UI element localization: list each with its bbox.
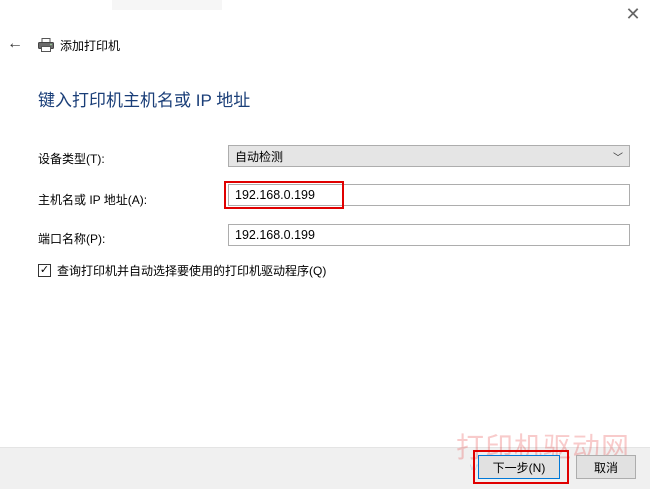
back-arrow-icon: ← bbox=[7, 35, 23, 52]
checkmark-icon: ✓ bbox=[39, 264, 50, 276]
auto-driver-label: 查询打印机并自动选择要使用的打印机驱动程序(Q) bbox=[57, 264, 327, 278]
chevron-down-icon: ﹀ bbox=[613, 152, 623, 164]
port-name-input[interactable]: 192.168.0.199 bbox=[228, 224, 630, 246]
back-button[interactable]: ← bbox=[6, 35, 24, 53]
close-icon: ✕ bbox=[625, 3, 641, 24]
wizard-header: 添加打印机 bbox=[38, 36, 120, 54]
device-type-value: 自动检测 bbox=[235, 149, 284, 164]
auto-driver-checkbox[interactable]: ✓ bbox=[38, 264, 51, 277]
printer-icon bbox=[38, 38, 54, 52]
close-button[interactable]: ✕ bbox=[620, 2, 646, 26]
page-heading: 键入打印机主机名或 IP 地址 bbox=[38, 91, 251, 110]
cancel-button[interactable]: 取消 bbox=[576, 455, 636, 479]
hostname-input[interactable]: 192.168.0.199 bbox=[228, 184, 630, 206]
hostname-value: 192.168.0.199 bbox=[235, 188, 315, 202]
auto-driver-option[interactable]: ✓ 查询打印机并自动选择要使用的打印机驱动程序(Q) bbox=[38, 262, 326, 279]
port-name-label: 端口名称(P): bbox=[38, 232, 106, 246]
next-button[interactable]: 下一步(N) bbox=[478, 455, 560, 479]
port-name-value: 192.168.0.199 bbox=[235, 228, 315, 242]
device-type-select[interactable]: 自动检测 ﹀ bbox=[228, 145, 630, 167]
hostname-label: 主机名或 IP 地址(A): bbox=[38, 193, 148, 207]
next-button-label: 下一步(N) bbox=[492, 460, 546, 475]
cancel-button-label: 取消 bbox=[593, 460, 618, 475]
device-type-label: 设备类型(T): bbox=[38, 152, 105, 166]
title-bar-residue bbox=[112, 0, 222, 10]
wizard-title: 添加打印机 bbox=[60, 38, 121, 53]
